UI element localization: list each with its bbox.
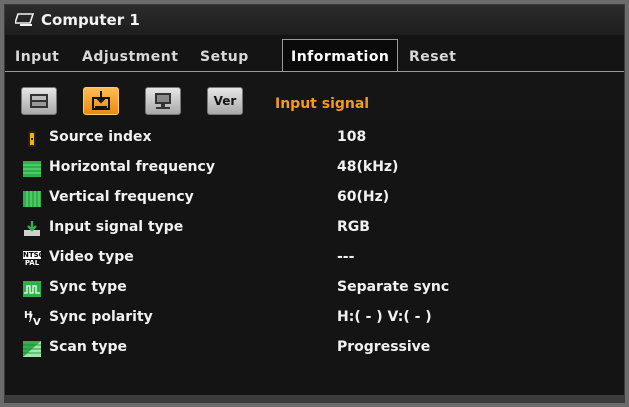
usage-time-icon — [30, 94, 48, 108]
bottom-bar — [5, 395, 624, 402]
version-icon: Ver — [213, 94, 237, 108]
v-letter: V — [33, 317, 41, 328]
row-value: Separate sync — [337, 279, 450, 295]
row-value: H:( - ) V:( - ) — [337, 309, 432, 325]
tab-adjustment[interactable]: Adjustment — [82, 43, 178, 71]
window-title: Computer 1 — [41, 11, 140, 29]
osd-panel: Computer 1 Input Adjustment Setup Inform… — [4, 4, 625, 403]
lan-settings-button[interactable] — [145, 87, 181, 115]
row-value: 48(kHz) — [337, 159, 399, 175]
info-row-sync-polarity: H / V Sync polarity H:( - ) V:( - ) — [23, 308, 623, 330]
info-row-video-type: NTSC PAL Video type --- — [23, 248, 623, 270]
row-label: Horizontal frequency — [49, 159, 215, 175]
ntsc-text: NTSC — [23, 251, 44, 259]
lan-settings-icon — [155, 93, 171, 109]
version-button[interactable]: Ver — [207, 87, 243, 115]
info-row-horizontal-frequency: Horizontal frequency 48(kHz) — [23, 158, 623, 180]
tab-input[interactable]: Input — [15, 43, 59, 71]
input-signal-icon — [92, 91, 110, 110]
row-label: Input signal type — [49, 219, 184, 235]
row-label: Video type — [49, 249, 134, 265]
vertical-frequency-icon — [23, 191, 41, 207]
tab-setup[interactable]: Setup — [200, 43, 249, 71]
osd-frame: Computer 1 Input Adjustment Setup Inform… — [0, 0, 629, 407]
tab-information[interactable]: Information — [282, 39, 399, 72]
input-signal-button[interactable] — [83, 87, 119, 115]
subpage-title: Input signal — [275, 96, 370, 112]
row-label: Scan type — [49, 339, 128, 355]
info-row-scan-type: Scan type Progressive — [23, 338, 623, 360]
row-label: Source index — [49, 129, 152, 145]
computer-window-icon — [15, 13, 35, 26]
title-bar: Computer 1 — [5, 5, 624, 35]
info-row-sync-type: Sync type Separate sync — [23, 278, 623, 300]
pal-text: PAL — [24, 259, 40, 267]
info-row-input-signal-type: Input signal type RGB — [23, 218, 623, 240]
horizontal-frequency-icon — [23, 161, 41, 177]
row-label: Vertical frequency — [49, 189, 194, 205]
usage-time-button[interactable] — [21, 87, 57, 115]
row-value: --- — [337, 249, 355, 265]
row-label: Sync type — [49, 279, 127, 295]
info-row-vertical-frequency: Vertical frequency 60(Hz) — [23, 188, 623, 210]
source-index-icon — [28, 131, 36, 147]
tab-reset[interactable]: Reset — [409, 43, 456, 71]
scan-type-icon — [23, 341, 41, 357]
row-value: 108 — [337, 129, 367, 145]
sync-polarity-icon: H / V — [23, 311, 41, 328]
menu-tabs: Input Adjustment Setup Information Reset — [5, 39, 624, 72]
ntsc-pal-icon: NTSC PAL — [23, 251, 44, 267]
row-value: 60(Hz) — [337, 189, 390, 205]
row-label: Sync polarity — [49, 309, 153, 325]
info-row-source-index: Source index 108 — [23, 128, 623, 150]
sync-type-icon — [23, 281, 41, 297]
row-value: RGB — [337, 219, 370, 235]
row-value: Progressive — [337, 339, 431, 355]
input-signal-type-icon — [24, 221, 40, 236]
